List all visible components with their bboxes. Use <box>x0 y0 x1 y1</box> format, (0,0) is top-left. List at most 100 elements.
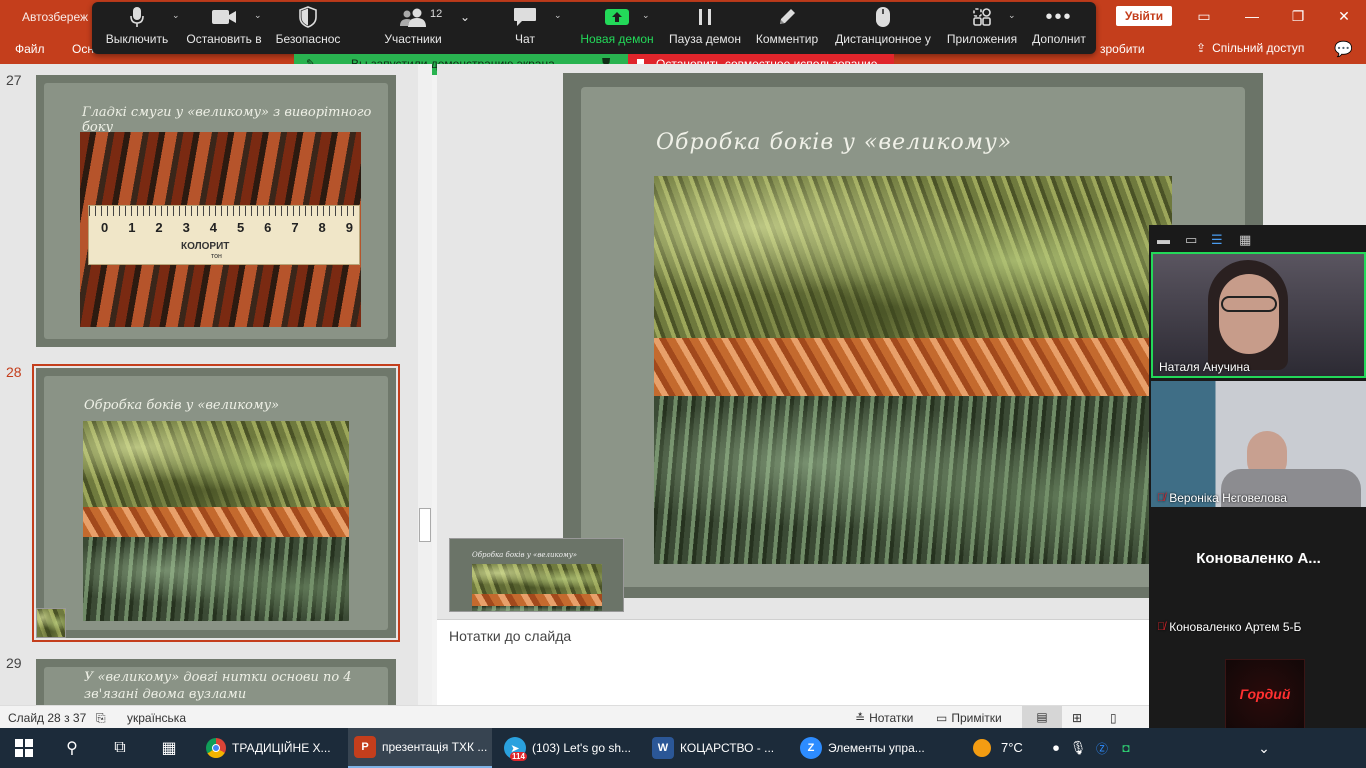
slide-sorter-icon[interactable]: ⊞ <box>1072 711 1082 725</box>
unread-badge: 114 <box>510 752 527 761</box>
slide-thumbnail-29[interactable]: У «великому» довгі нитки основи по 4 зв'… <box>36 659 396 705</box>
minimize-panel-icon[interactable]: ▬ <box>1157 232 1170 247</box>
telegram-icon: ➤ 114 <box>504 737 527 761</box>
share-button[interactable]: ⇪ Спільний доступ <box>1196 41 1304 55</box>
stop-video-label: Остановить в <box>186 32 262 46</box>
remote-control-label: Дистанционное у <box>835 32 931 46</box>
tell-me-search[interactable]: зробити <box>1100 42 1145 56</box>
windows-start-icon[interactable] <box>12 736 36 760</box>
notes-button[interactable]: ≛ Нотатки <box>855 711 913 725</box>
apps-button[interactable]: Приложения ⌄ <box>946 2 1018 54</box>
chevron-down-icon[interactable]: ⌄ <box>254 10 262 21</box>
more-button[interactable]: ••• Дополнит <box>1028 2 1090 54</box>
ruler-mark: 0 <box>101 220 109 235</box>
reading-view-icon[interactable]: ▯ <box>1110 711 1117 725</box>
participant-name: 🎙̸ Вероніка Нєговелова <box>1157 491 1287 505</box>
tray-microphone-icon[interactable]: 🎙 <box>1066 736 1090 760</box>
main-slide-title[interactable]: Обробка боків у «великому» <box>656 130 1012 155</box>
slide-number: 27 <box>6 72 22 88</box>
spellcheck-icon[interactable]: ⎘ <box>96 711 106 726</box>
new-share-button[interactable]: Новая демон ⌄ <box>578 2 656 54</box>
taskbar-app-telegram[interactable]: ➤ 114 (103) Let's go sh... <box>498 728 638 768</box>
avatar-text: Гордий <box>1239 686 1291 702</box>
login-button[interactable]: Увійти <box>1116 6 1172 26</box>
maximize-icon[interactable]: ❐ <box>1278 4 1318 28</box>
chevron-down-icon[interactable]: ⌄ <box>1008 10 1016 21</box>
strip-view-icon[interactable]: ☰ <box>1211 232 1223 248</box>
autosave-label[interactable]: Автозбереж <box>22 10 88 24</box>
chrome-icon <box>206 738 226 758</box>
taskbar-app-word[interactable]: W КОЦАРСТВО - ... <box>646 728 786 768</box>
participant-tile[interactable]: Наталя Анучина <box>1151 252 1366 378</box>
tab-file[interactable]: Файл <box>15 42 45 56</box>
word-icon: W <box>652 737 674 759</box>
slide-title: Гладкі смуги у «великому» з виворітного … <box>82 105 372 135</box>
share-person-icon: ⇪ <box>1196 41 1207 55</box>
task-view-icon[interactable]: ⧉ <box>108 736 132 760</box>
slide-number: 28 <box>6 364 22 380</box>
minimize-icon[interactable]: — <box>1232 4 1272 28</box>
chat-label: Чат <box>515 32 535 46</box>
close-icon[interactable]: ✕ <box>1324 4 1364 28</box>
tray-zoom-icon[interactable]: Ⓩ <box>1090 736 1114 760</box>
chevron-down-icon[interactable]: ⌄ <box>1252 736 1276 760</box>
comments-icon[interactable]: 💬 <box>1334 40 1353 58</box>
slide-notes[interactable]: Нотатки до слайда <box>437 619 1149 705</box>
ruler-mark: 7 <box>291 220 299 235</box>
stop-video-button[interactable]: Остановить в ⌄ <box>186 2 262 54</box>
taskbar-app-label: ТРАДИЦІЙНЕ Х... <box>232 741 331 755</box>
participant-avatar: Гордий <box>1225 659 1305 728</box>
pause-share-button[interactable]: Пауза демон <box>668 2 742 54</box>
weather-icon[interactable] <box>970 736 994 760</box>
pause-share-label: Пауза демон <box>669 32 741 46</box>
chevron-down-icon[interactable]: ⌄ <box>460 10 470 24</box>
screen-share-preview: Обробка боків у «великому» <box>449 538 624 612</box>
participant-tile[interactable]: 🎙̸ Вероніка Нєговелова <box>1151 381 1366 507</box>
taskbar-app-label: КОЦАРСТВО - ... <box>680 741 775 755</box>
search-icon[interactable]: ⚲ <box>60 736 84 760</box>
preview-title: Обробка боків у «великому» <box>472 551 578 559</box>
thumbnails-scroll-thumb[interactable] <box>419 508 431 542</box>
notes-icon: ≛ <box>855 711 866 725</box>
main-slide-image[interactable] <box>654 176 1172 564</box>
chat-icon <box>513 2 537 32</box>
mute-button[interactable]: Выключить ⌄ <box>104 2 180 54</box>
remote-control-button[interactable]: Дистанционное у <box>834 2 932 54</box>
muted-mic-icon: 🎙̸ <box>1157 492 1166 504</box>
more-icon: ••• <box>1045 5 1073 28</box>
slide-thumbnail-28[interactable]: Обробка боків у «великому» <box>32 364 400 642</box>
chevron-down-icon[interactable]: ⌄ <box>642 10 650 21</box>
taskbar-app-chrome[interactable]: ТРАДИЦІЙНЕ Х... <box>200 728 340 768</box>
chevron-down-icon[interactable]: ⌄ <box>554 10 562 21</box>
security-button[interactable]: Безопаснос <box>274 2 342 54</box>
thumbnails-scrollbar[interactable] <box>418 64 432 705</box>
single-view-icon[interactable]: ▭ <box>1185 232 1197 248</box>
taskbar-app-zoom[interactable]: Z Элементы упра... <box>794 728 934 768</box>
ruler-mark: 3 <box>182 220 190 235</box>
notes-button-label: Нотатки <box>869 711 914 725</box>
temperature[interactable]: 7°C <box>1001 740 1023 755</box>
participant-tile[interactable]: Гордий <box>1151 639 1366 728</box>
chevron-down-icon[interactable]: ⌄ <box>172 10 180 21</box>
tray-app-icon[interactable]: ◘ <box>1114 736 1138 760</box>
ruler-mark: 8 <box>318 220 326 235</box>
slide-thumbnail-27[interactable]: Гладкі смуги у «великому» з виворітного … <box>36 75 396 347</box>
language-indicator[interactable]: українська <box>127 711 186 725</box>
comments-button[interactable]: ▭ Примітки <box>936 711 1002 725</box>
tab-main[interactable]: Осн <box>72 42 94 56</box>
slide-image-fur <box>83 421 349 621</box>
taskbar-app-label: (103) Let's go sh... <box>532 741 632 755</box>
annotate-button[interactable]: Комментир <box>754 2 820 54</box>
remote-control-mouse-icon <box>875 2 891 32</box>
ruler-mark: 6 <box>264 220 272 235</box>
calculator-icon[interactable]: ▦ <box>157 736 181 760</box>
normal-view-icon[interactable]: ▤ <box>1022 706 1062 728</box>
slide-counter: Слайд 28 з 37 <box>8 711 87 725</box>
gallery-view-icon[interactable]: ▦ <box>1239 232 1251 248</box>
taskbar-app-label: презентація ТХК ... <box>382 740 488 754</box>
chat-button[interactable]: Чат ⌄ <box>504 2 562 54</box>
record-icon[interactable]: ⏺ <box>1044 736 1068 760</box>
ribbon-display-icon[interactable]: ▭ <box>1184 4 1224 28</box>
taskbar-app-powerpoint[interactable]: P презентація ТХК ... <box>348 728 492 768</box>
participant-tile[interactable]: Коноваленко А... 🎙̸ Коноваленко Артем 5-Б <box>1151 510 1366 636</box>
